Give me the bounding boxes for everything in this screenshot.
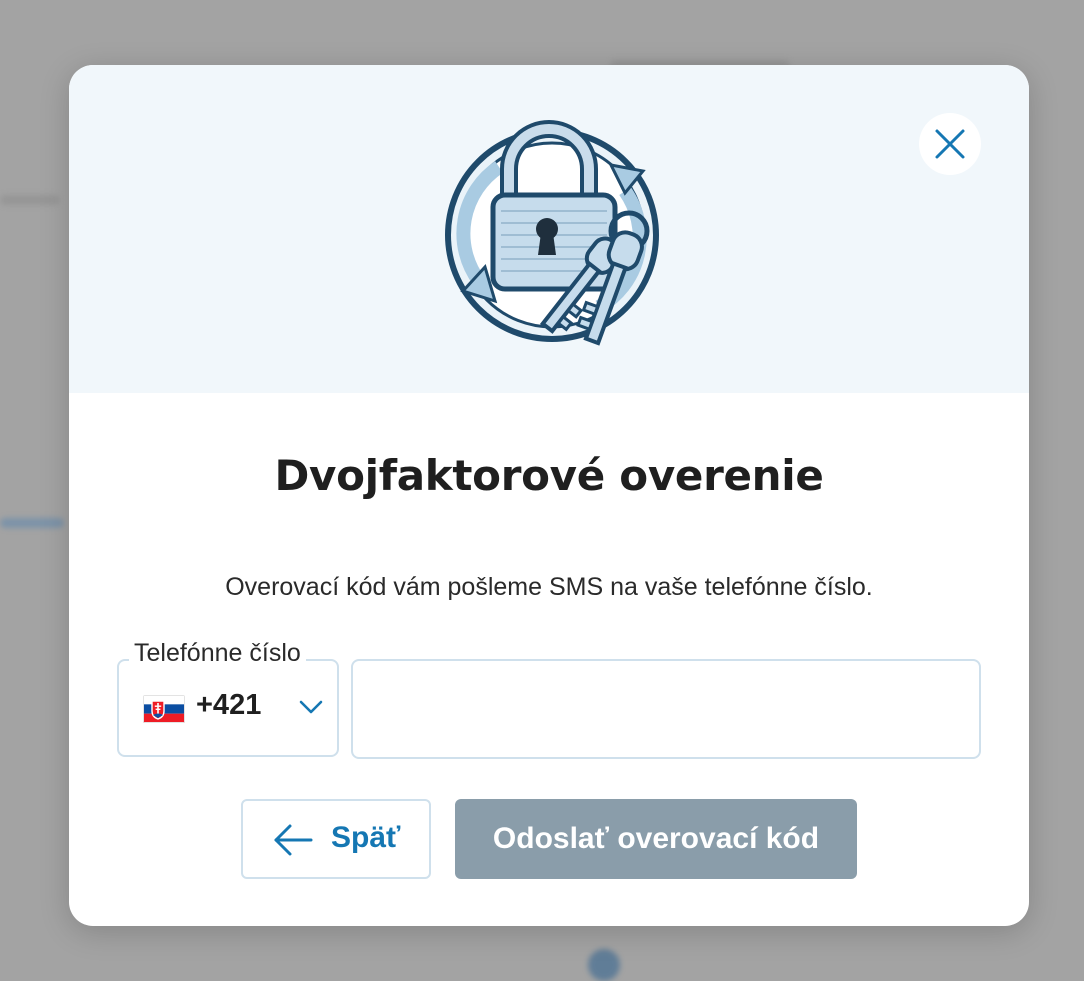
send-code-button-label: Odoslať overovací kód	[492, 822, 820, 855]
chevron-down-icon	[299, 700, 323, 714]
close-button[interactable]	[919, 113, 981, 175]
modal-header	[69, 65, 1029, 393]
modal-description: Overovací kód vám pošleme SMS na vaše te…	[225, 573, 873, 601]
background-radio	[588, 949, 620, 981]
two-factor-modal: Dvojfaktorové overenie Overovací kód vám…	[69, 65, 1029, 926]
country-code-select[interactable]: +421	[117, 659, 339, 757]
back-button[interactable]: Späť	[241, 799, 431, 879]
arrow-left-icon	[274, 824, 313, 856]
back-button-label: Späť	[331, 821, 401, 854]
phone-field-label: Telefónne číslo	[129, 639, 306, 668]
close-icon	[935, 129, 965, 159]
lock-keys-illustration	[445, 120, 659, 346]
phone-number-input[interactable]	[351, 659, 981, 759]
slovakia-flag-icon	[143, 695, 185, 723]
send-code-button[interactable]: Odoslať overovací kód	[455, 799, 857, 879]
modal-title: Dvojfaktorové overenie	[274, 451, 824, 500]
country-dial-code: +421	[196, 689, 262, 721]
